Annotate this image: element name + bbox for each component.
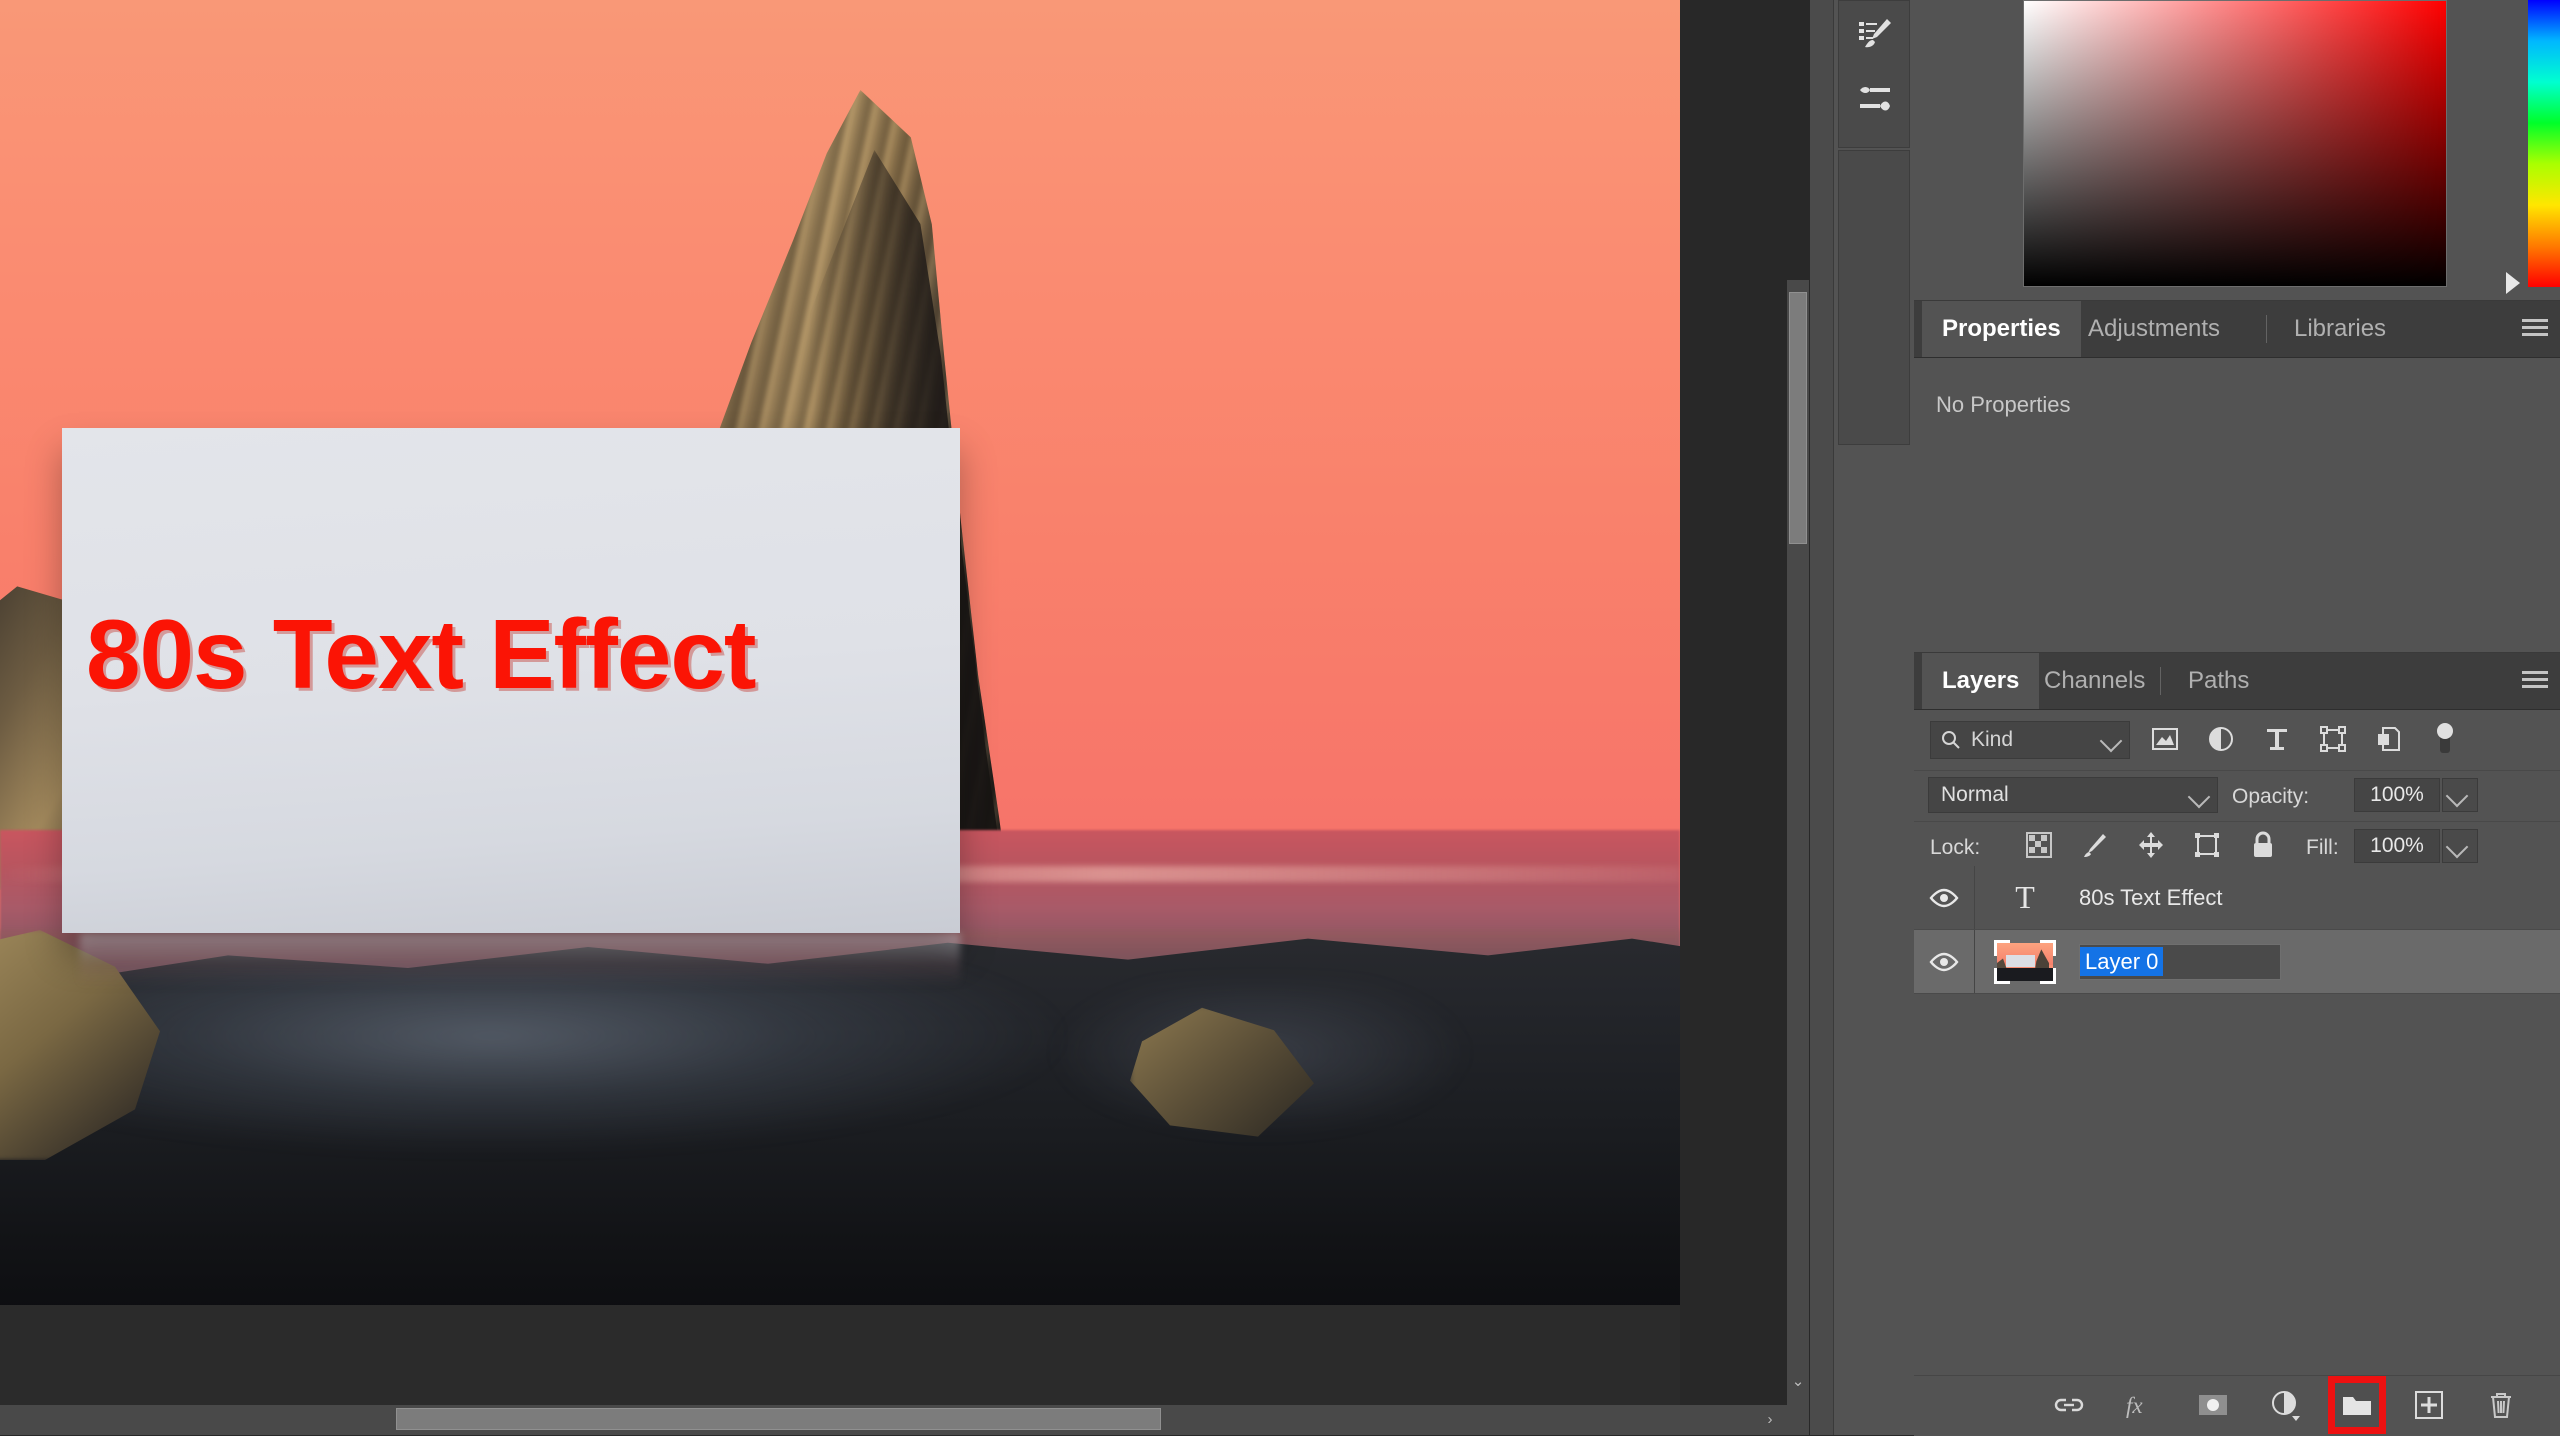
thumbnail-selection-bracket	[2040, 967, 2056, 984]
blend-mode-row: Normal Opacity: 100%	[1914, 770, 2560, 821]
layer-filter-kind-label: Kind	[1971, 728, 2014, 751]
layer-filter-kind-select[interactable]: Kind	[1930, 721, 2130, 759]
filter-pixel-icon[interactable]	[2148, 720, 2182, 758]
chevron-down-icon[interactable]	[2099, 729, 2123, 753]
canvas-text-layer-text[interactable]: 80s Text Effect	[86, 598, 956, 711]
tab-layers[interactable]: Layers	[1922, 653, 2040, 709]
dock-left-strip	[1810, 0, 1833, 1435]
thumbnail-selection-bracket	[1994, 967, 2010, 984]
lock-row: Lock: Fill: 100%	[1914, 821, 2560, 872]
right-panel-column: Properties Adjustments Libraries No Prop…	[1914, 0, 2560, 1436]
layers-tabstrip: Layers Channels Paths	[1914, 653, 2560, 710]
layers-panel-footer: fx	[1914, 1375, 2560, 1436]
layer-visibility-toggle[interactable]	[1914, 888, 1974, 908]
filter-smart-object-icon[interactable]	[2372, 720, 2406, 758]
search-icon	[1942, 731, 1960, 749]
svg-text:fx: fx	[2126, 1393, 2143, 1418]
opacity-input[interactable]: 100%	[2354, 778, 2440, 812]
color-saturation-value-field[interactable]	[2023, 0, 2447, 287]
chevron-down-icon[interactable]	[2187, 785, 2211, 809]
layer-type-thumbnail[interactable]: T	[1975, 879, 2075, 916]
new-layer-icon[interactable]	[2406, 1382, 2452, 1428]
link-layers-icon[interactable]	[2046, 1382, 2092, 1428]
lock-label: Lock:	[1930, 836, 1981, 859]
chevron-right-icon[interactable]: ›	[1758, 1405, 1782, 1435]
new-adjustment-layer-icon[interactable]	[2262, 1382, 2308, 1428]
canvas-card-reflection	[80, 933, 960, 985]
blend-mode-value: Normal	[1941, 783, 2009, 806]
lock-icon-group	[2022, 828, 2280, 862]
opacity-label: Opacity:	[2232, 785, 2310, 808]
table-row[interactable]: Layer 0	[1914, 930, 2560, 994]
layer-name[interactable]: 80s Text Effect	[2075, 885, 2560, 911]
layer-visibility-toggle[interactable]	[1914, 952, 1974, 972]
opacity-stepper-chevron[interactable]	[2442, 778, 2478, 812]
canvas-right-gutter	[1680, 0, 1787, 1405]
fill-input[interactable]: 100%	[2354, 829, 2440, 863]
add-layer-mask-icon[interactable]	[2190, 1382, 2236, 1428]
layers-footer-icon-group: fx	[2046, 1376, 2524, 1434]
tab-channels[interactable]: Channels	[2024, 653, 2165, 709]
layer-list: T 80s Text Effect Layer 0	[1914, 866, 2560, 1371]
brush-presets-icon[interactable]	[1839, 67, 1911, 133]
tab-libraries[interactable]: Libraries	[2274, 301, 2406, 357]
lock-image-pixels-icon[interactable]	[2078, 828, 2112, 862]
tab-divider	[2266, 315, 2267, 343]
canvas-horizontal-scrollbar-thumb[interactable]	[396, 1408, 1161, 1430]
eye-icon	[1929, 888, 1959, 907]
color-panel	[1914, 0, 2560, 300]
eye-icon	[1929, 952, 1959, 971]
chevron-down-icon[interactable]: ⌄	[1788, 1370, 1808, 1394]
dock-group-brushes	[1838, 0, 1910, 148]
properties-panel: Properties Adjustments Libraries No Prop…	[1914, 300, 2560, 653]
fill-stepper-chevron[interactable]	[2442, 829, 2478, 863]
layer-name-selected-text[interactable]: Layer 0	[2080, 946, 2164, 976]
document-workspace: 80s Text Effect ⌄ ›	[0, 0, 1810, 1435]
layers-panel: Layers Channels Paths Kind Normal Opacit…	[1914, 652, 2560, 1436]
tab-paths[interactable]: Paths	[2168, 653, 2269, 709]
blend-mode-select[interactable]: Normal	[1928, 777, 2218, 813]
lock-artboard-nesting-icon[interactable]	[2190, 828, 2224, 862]
thumbnail-selection-bracket	[2040, 939, 2056, 956]
layer-style-fx-icon[interactable]: fx	[2118, 1382, 2164, 1428]
lock-all-icon[interactable]	[2246, 828, 2280, 862]
collapsed-panel-dock	[1833, 0, 1915, 1435]
properties-panel-menu-icon[interactable]	[2522, 319, 2548, 339]
color-hue-marker[interactable]	[2506, 272, 2520, 294]
tab-properties[interactable]: Properties	[1922, 301, 2081, 357]
delete-layer-icon[interactable]	[2478, 1382, 2524, 1428]
brush-settings-icon[interactable]	[1839, 1, 1911, 67]
color-hue-slider[interactable]	[2528, 0, 2560, 287]
document-canvas[interactable]: 80s Text Effect	[0, 0, 1680, 1305]
layers-panel-menu-icon[interactable]	[2522, 671, 2548, 691]
lock-transparent-pixels-icon[interactable]	[2022, 828, 2056, 862]
layer-name-rename-field[interactable]: Layer 0	[2075, 943, 2560, 980]
layer-filter-row: Kind	[1914, 710, 2560, 770]
layer-filter-icon-group	[2148, 720, 2462, 758]
thumbnail-selection-bracket	[1994, 939, 2010, 956]
properties-empty-message: No Properties	[1936, 392, 2071, 417]
tab-divider	[2160, 667, 2161, 695]
filter-toggle-switch[interactable]	[2428, 720, 2462, 758]
canvas-foreground-highlight	[80, 960, 1060, 1150]
table-row[interactable]: T 80s Text Effect	[1914, 866, 2560, 930]
tab-adjustments[interactable]: Adjustments	[2068, 301, 2240, 357]
new-group-icon[interactable]	[2328, 1376, 2386, 1434]
filter-shape-icon[interactable]	[2316, 720, 2350, 758]
fill-label: Fill:	[2306, 836, 2339, 859]
canvas-bottom-gutter	[0, 1305, 1680, 1405]
dock-group-empty[interactable]	[1838, 150, 1910, 445]
filter-type-icon[interactable]	[2260, 720, 2294, 758]
properties-tabstrip: Properties Adjustments Libraries	[1914, 301, 2560, 358]
lock-position-icon[interactable]	[2134, 828, 2168, 862]
canvas-vertical-scrollbar-thumb[interactable]	[1789, 292, 1807, 544]
layer-thumbnail[interactable]	[1975, 939, 2075, 984]
filter-adjustment-icon[interactable]	[2204, 720, 2238, 758]
